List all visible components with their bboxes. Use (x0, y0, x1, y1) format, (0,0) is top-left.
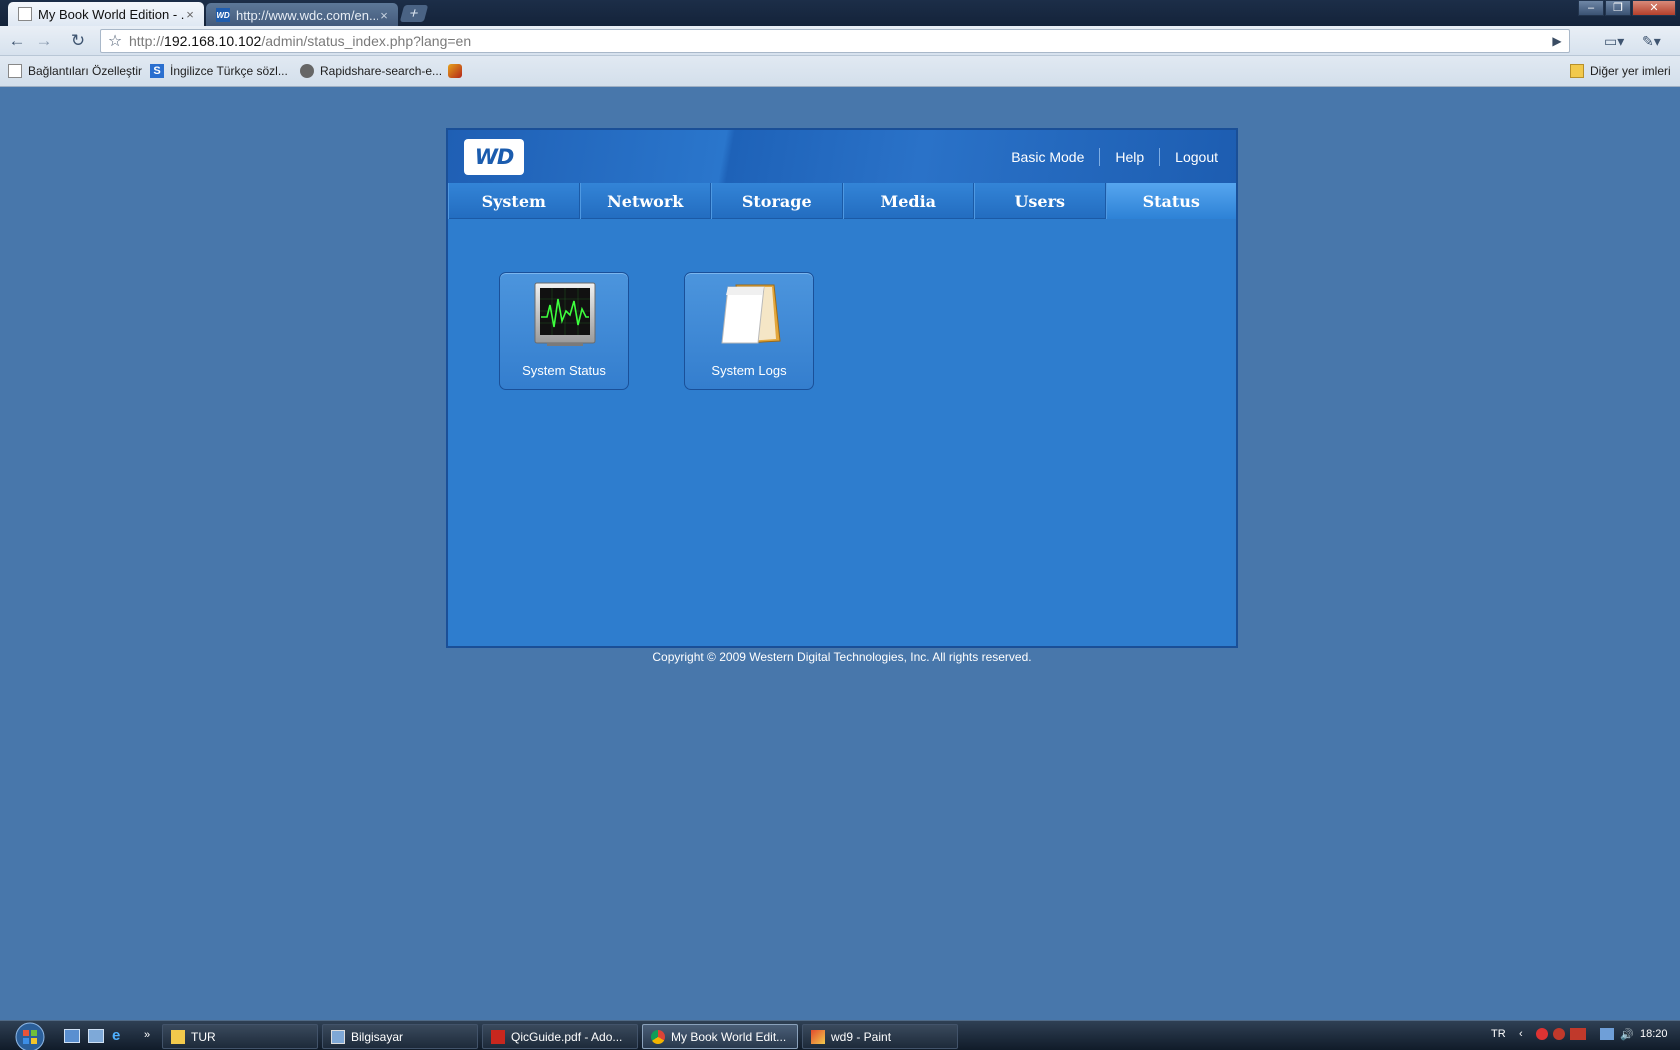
new-tab-button[interactable]: + (399, 5, 429, 22)
back-arrow-icon[interactable]: ← (7, 31, 27, 51)
restore-icon[interactable]: ❐ (1605, 0, 1631, 16)
tab-network[interactable]: Network (579, 183, 711, 219)
clock[interactable]: 18:20 (1640, 1028, 1668, 1040)
system-status-tile[interactable]: System Status (499, 272, 629, 390)
divider (1099, 148, 1101, 166)
bookmark-label: İngilizce Türkçe sözl... (170, 64, 288, 78)
bookmark-label: Bağlantıları Özelleştir (28, 64, 143, 78)
task-button-active[interactable]: My Book World Edit... (642, 1024, 798, 1049)
page-icon (8, 64, 22, 78)
bookmark-item[interactable]: Bağlantıları Özelleştir (8, 64, 142, 78)
language-indicator[interactable]: TR (1491, 1028, 1506, 1040)
wd-logo-text: WD (474, 145, 515, 169)
notepad-icon (721, 284, 781, 344)
show-desktop-icon[interactable] (64, 1029, 80, 1043)
antivirus-icon[interactable] (1553, 1028, 1565, 1040)
browser-toolbar: ← → ↻ ☆ http://192.168.10.102/admin/stat… (0, 26, 1680, 56)
forward-arrow-icon[interactable]: → (34, 31, 54, 51)
window-controls: – ❐ ✕ (1577, 0, 1676, 16)
tab-system[interactable]: System (448, 183, 580, 219)
minimize-icon[interactable]: – (1578, 0, 1604, 16)
system-logs-tile[interactable]: System Logs (684, 272, 814, 390)
start-orb-icon[interactable] (10, 1021, 50, 1050)
url-prefix: http:// (129, 33, 165, 49)
task-label: QicGuide.pdf - Ado... (511, 1029, 623, 1044)
other-bookmarks-label: Diğer yer imleri (1590, 64, 1671, 78)
computer-icon (331, 1029, 345, 1044)
tile-label: System Logs (711, 363, 787, 378)
tray-expand-icon[interactable]: ‹ (1519, 1028, 1523, 1040)
page-menu-icon[interactable]: ▭▾ (1604, 32, 1624, 50)
divider (1159, 148, 1161, 166)
s-icon: S (150, 64, 164, 78)
ati-icon[interactable] (1570, 1028, 1586, 1040)
chrome-icon (651, 1029, 665, 1044)
reload-icon[interactable]: ↻ (68, 31, 88, 51)
bookmark-star-icon[interactable]: ☆ (101, 31, 129, 51)
gear-icon (300, 64, 314, 78)
top-links: Basic Mode Help Logout (1011, 148, 1218, 166)
wd-favicon-icon: WD (216, 8, 230, 22)
tab-my-book-world[interactable]: My Book World Edition - ... × (8, 2, 204, 26)
basic-mode-link[interactable]: Basic Mode (1011, 149, 1084, 165)
switch-windows-icon[interactable] (88, 1029, 104, 1043)
tab-storage[interactable]: Storage (711, 183, 843, 219)
chevron-icon[interactable]: » (144, 1029, 160, 1043)
close-tab-icon[interactable]: × (184, 7, 196, 22)
bookmark-item[interactable]: S İngilizce Türkçe sözl... (150, 64, 288, 78)
task-button[interactable]: QicGuide.pdf - Ado... (482, 1024, 638, 1049)
wd-header: WD Basic Mode Help Logout (448, 130, 1236, 183)
address-bar[interactable]: ☆ http://192.168.10.102/admin/status_ind… (100, 29, 1570, 53)
tab-wdc[interactable]: WD http://www.wdc.com/en... × (206, 3, 398, 27)
task-button[interactable]: wd9 - Paint (802, 1024, 958, 1049)
folder-icon (171, 1029, 185, 1044)
bookmark-label: Rapidshare-search-e... (320, 64, 443, 78)
tab-title: http://www.wdc.com/en... (236, 7, 378, 23)
bookmark-item[interactable]: Rapidshare-search-e... (300, 64, 442, 78)
tile-label: System Status (522, 363, 606, 378)
url-host: 192.168.10.102 (164, 33, 262, 49)
close-tab-icon[interactable]: × (378, 8, 390, 23)
task-button[interactable]: Bilgisayar (322, 1024, 478, 1049)
monitor-activity-icon (534, 282, 596, 346)
browser-tab-strip: My Book World Edition - ... × WD http://… (0, 0, 1680, 27)
ie-icon[interactable]: e (112, 1028, 128, 1043)
tab-users[interactable]: Users (974, 183, 1106, 219)
extension-icon (448, 64, 462, 78)
new-tab-label: + (407, 5, 421, 22)
help-link[interactable]: Help (1115, 149, 1144, 165)
main-nav: System Network Storage Media Users Statu… (448, 183, 1236, 219)
close-window-icon[interactable]: ✕ (1632, 0, 1676, 16)
task-label: My Book World Edit... (671, 1029, 787, 1044)
pdf-icon (491, 1029, 505, 1044)
wd-logo: WD (464, 139, 524, 175)
document-icon (18, 7, 32, 21)
go-arrow-icon[interactable]: ▶ (1545, 34, 1569, 48)
bookmark-item[interactable] (448, 64, 468, 78)
folder-icon (1570, 64, 1584, 78)
wrench-menu-icon[interactable]: ✎▾ (1642, 32, 1661, 50)
taskbar: e » TUR Bilgisayar QicGuide.pdf - Ado...… (0, 1020, 1680, 1050)
paint-icon (811, 1029, 825, 1044)
task-label: Bilgisayar (351, 1029, 404, 1044)
wd-admin-panel: WD Basic Mode Help Logout System Network… (446, 128, 1238, 648)
security-alert-icon[interactable] (1536, 1028, 1548, 1040)
logout-link[interactable]: Logout (1175, 149, 1218, 165)
bookmarks-bar: Bağlantıları Özelleştir S İngilizce Türk… (0, 56, 1680, 87)
other-bookmarks[interactable]: Diğer yer imleri (1570, 64, 1671, 78)
copyright-text: Copyright © 2009 Western Digital Technol… (652, 650, 1032, 664)
tab-media[interactable]: Media (842, 183, 974, 219)
task-button[interactable]: TUR (162, 1024, 318, 1049)
url-path: /admin/status_index.php?lang=en (261, 33, 472, 49)
network-icon[interactable] (1600, 1028, 1614, 1040)
task-label: wd9 - Paint (831, 1029, 892, 1044)
task-label: TUR (191, 1029, 216, 1044)
tab-title: My Book World Edition - ... (38, 6, 184, 22)
address-url[interactable]: http://192.168.10.102/admin/status_index… (129, 33, 1545, 49)
tab-status[interactable]: Status (1105, 183, 1236, 219)
volume-icon[interactable]: 🔊 (1620, 1028, 1634, 1041)
